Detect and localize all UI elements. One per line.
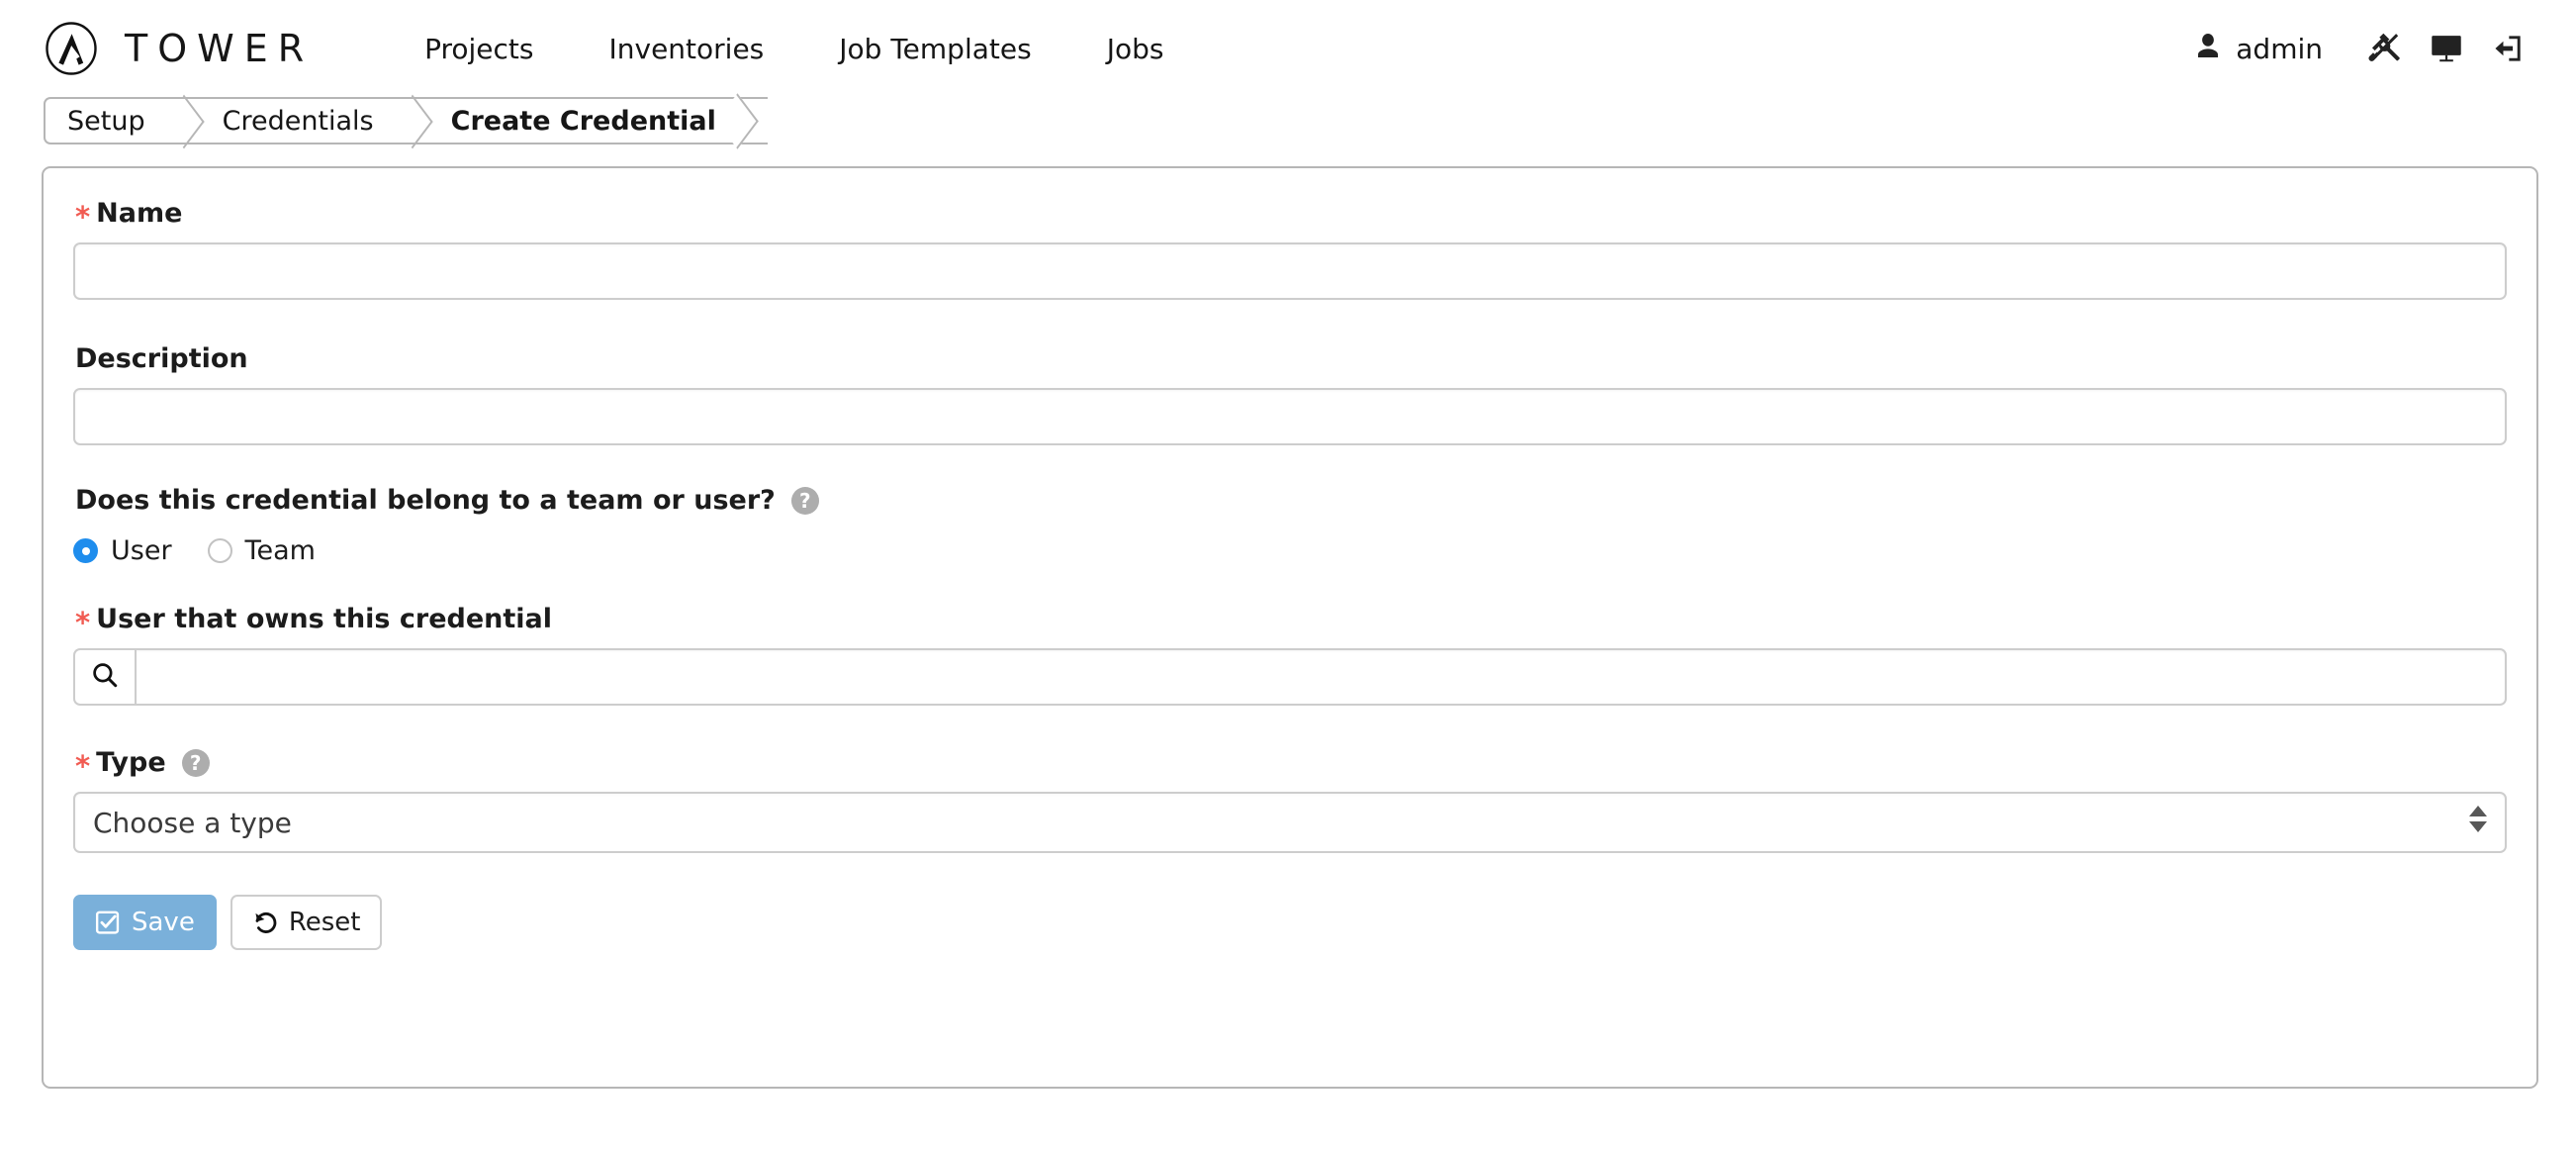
save-button[interactable]: Save [73,895,217,950]
label-name-text: Name [96,198,183,229]
owner-search-button[interactable] [73,648,135,706]
brand[interactable]: TOWER [44,21,314,76]
nav-link-job-templates[interactable]: Job Templates [801,33,1068,65]
type-select-value: Choose a type [93,806,292,839]
radio-label-user: User [111,535,172,566]
breadcrumb-item-create-credential: Create Credential [450,105,716,137]
label-description: Description [75,343,2507,374]
monitor-icon [2429,34,2464,63]
name-input[interactable] [73,242,2507,300]
nav-link-jobs[interactable]: Jobs [1069,33,1202,65]
current-user[interactable]: admin [2193,31,2354,67]
create-credential-card: * Name Description Does this credential … [42,166,2538,1089]
radio-option-team[interactable]: Team [207,535,316,566]
nav-links: Projects Inventories Job Templates Jobs [387,33,1201,65]
owner-lookup-group [73,648,2507,706]
type-select[interactable]: Choose a type [73,792,2507,853]
logout-button[interactable] [2477,24,2538,73]
question-mark-icon[interactable]: ? [181,748,210,777]
required-asterisk: * [75,200,91,234]
user-icon [2193,31,2223,67]
ownership-radio-group: User Team [73,535,2507,566]
top-navbar: TOWER Projects Inventories Job Templates… [0,0,2576,97]
field-description: Description [73,343,2507,445]
breadcrumb-item-credentials[interactable]: Credentials [197,99,400,143]
form-actions: Save Reset [73,895,2507,950]
required-asterisk: * [75,749,91,783]
search-icon [90,660,120,694]
check-square-icon [95,910,121,935]
label-ownership: Does this credential belong to a team or… [75,485,2507,516]
field-ownership: Does this credential belong to a team or… [73,485,2507,566]
current-user-name: admin [2236,32,2323,65]
reset-button[interactable]: Reset [230,895,383,950]
breadcrumb-separator-icon [171,99,197,143]
label-name: * Name [75,198,2507,234]
label-ownership-text: Does this credential belong to a team or… [75,485,776,516]
nav-right: admin [2193,24,2538,73]
sign-out-icon [2491,33,2525,64]
ansible-logo-icon [44,21,99,76]
field-name: * Name [73,198,2507,300]
label-type: * Type ? [75,747,2507,783]
breadcrumb-wrapper: Setup Credentials Create Credential [0,97,2576,156]
tools-icon [2367,31,2403,66]
label-type-text: Type [96,747,166,778]
label-owner-text: User that owns this credential [96,604,553,634]
nav-link-inventories[interactable]: Inventories [572,33,802,65]
type-select-wrapper: Choose a type [73,792,2507,853]
radio-indicator-unselected [207,538,232,563]
breadcrumb-end-chevron-icon [738,99,768,143]
settings-button[interactable] [2354,24,2416,73]
radio-option-user[interactable]: User [73,535,172,566]
field-type: * Type ? Choose a type [73,747,2507,853]
field-owner: * User that owns this credential [73,604,2507,706]
label-description-text: Description [75,343,248,374]
required-asterisk: * [75,606,91,639]
radio-label-team: Team [244,535,316,566]
question-mark-icon[interactable]: ? [790,486,819,515]
dashboard-button[interactable] [2416,24,2477,73]
brand-name: TOWER [125,27,315,70]
breadcrumb-item-setup[interactable]: Setup [46,99,171,143]
breadcrumb-separator-icon [400,99,425,143]
save-button-label: Save [132,908,195,937]
radio-indicator-selected [73,538,98,563]
undo-icon [252,910,278,935]
owner-input[interactable] [135,648,2507,706]
description-input[interactable] [73,388,2507,445]
nav-link-projects[interactable]: Projects [387,33,571,65]
breadcrumb: Setup Credentials Create Credential [44,97,768,144]
label-owner: * User that owns this credential [75,604,2507,639]
reset-button-label: Reset [288,908,361,937]
